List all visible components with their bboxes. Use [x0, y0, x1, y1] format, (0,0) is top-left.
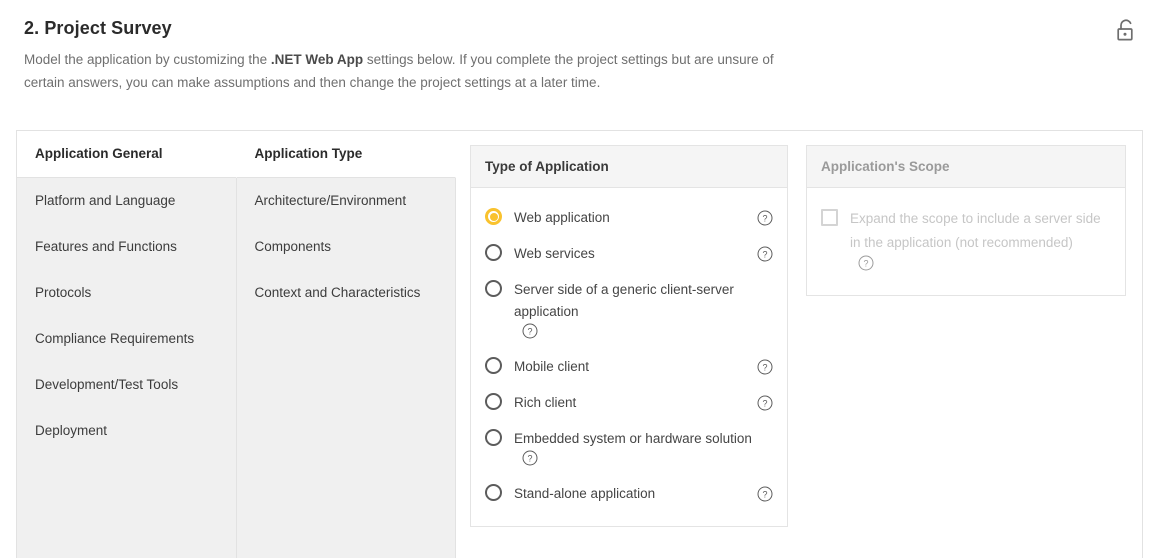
- settings-content-area: Type of Application Web application ?: [456, 131, 1142, 558]
- help-circle-icon[interactable]: ?: [757, 210, 773, 226]
- option-content: Rich client ?: [502, 392, 773, 414]
- help-circle-icon-glyph: ?: [757, 486, 773, 502]
- option-content: Server side of a generic client-server a…: [502, 279, 773, 342]
- svg-text:?: ?: [527, 454, 532, 464]
- option-label: Embedded system or hardware solution: [514, 428, 773, 450]
- option-content: Web application ?: [502, 207, 773, 229]
- page-header: 2. Project Survey Model the application …: [0, 0, 1159, 114]
- help-circle-icon[interactable]: ?: [522, 323, 538, 339]
- option-label: Server side of a generic client-server a…: [514, 279, 773, 323]
- help-circle-icon[interactable]: ?: [522, 450, 538, 466]
- type-of-application-panel: Type of Application Web application ?: [470, 145, 788, 527]
- radio-web-application[interactable]: [485, 208, 502, 225]
- page-description: Model the application by customizing the…: [24, 48, 804, 94]
- subnav-item-architecture-environment[interactable]: Architecture/Environment: [237, 178, 456, 224]
- sidebar-item-development-test-tools[interactable]: Development/Test Tools: [17, 362, 236, 408]
- option-web-services[interactable]: Web services ?: [483, 236, 775, 272]
- radio-embedded-system[interactable]: [485, 429, 502, 446]
- subnav-nav: Application Type Architecture/Environmen…: [237, 131, 457, 558]
- unlock-icon-glyph: [1115, 18, 1137, 44]
- svg-text:?: ?: [762, 250, 767, 260]
- application-scope-panel-title: Application's Scope: [807, 146, 1125, 188]
- sidebar-nav: Application General Platform and Languag…: [17, 131, 237, 558]
- application-scope-body: Expand the scope to include a server sid…: [807, 188, 1125, 295]
- sidebar-item-label: Features and Functions: [35, 239, 177, 254]
- help-circle-icon-glyph: ?: [858, 255, 874, 271]
- option-stand-alone-application[interactable]: Stand-alone application ?: [483, 476, 775, 512]
- page-title: 2. Project Survey: [24, 18, 1135, 39]
- help-circle-icon[interactable]: ?: [757, 246, 773, 262]
- help-circle-icon[interactable]: ?: [858, 255, 874, 271]
- description-emphasis: .NET Web App: [271, 52, 363, 67]
- svg-text:?: ?: [762, 399, 767, 409]
- option-content: Stand-alone application ?: [502, 483, 773, 505]
- option-content: Mobile client ?: [502, 356, 773, 378]
- option-server-side-client-server[interactable]: Server side of a generic client-server a…: [483, 272, 775, 349]
- option-mobile-client[interactable]: Mobile client ?: [483, 349, 775, 385]
- option-embedded-system[interactable]: Embedded system or hardware solution ?: [483, 421, 775, 476]
- survey-card-inner: Application General Platform and Languag…: [17, 131, 1142, 558]
- checkbox-label: Expand the scope to include a server sid…: [850, 207, 1111, 255]
- radio-rich-client[interactable]: [485, 393, 502, 410]
- svg-text:?: ?: [762, 363, 767, 373]
- svg-text:?: ?: [527, 327, 532, 337]
- help-circle-icon[interactable]: ?: [757, 486, 773, 502]
- sidebar-item-protocols[interactable]: Protocols: [17, 270, 236, 316]
- radio-server-side-client-server[interactable]: [485, 280, 502, 297]
- application-scope-panel: Application's Scope Expand the scope to …: [806, 145, 1126, 296]
- checkbox-expand-scope: [821, 209, 838, 226]
- option-label: Rich client: [514, 392, 749, 414]
- help-circle-icon[interactable]: ?: [757, 395, 773, 411]
- sidebar-item-features-and-functions[interactable]: Features and Functions: [17, 224, 236, 270]
- help-circle-icon-glyph: ?: [757, 246, 773, 262]
- help-circle-icon[interactable]: ?: [757, 359, 773, 375]
- subnav-item-label: Architecture/Environment: [255, 193, 407, 208]
- sidebar-item-compliance-requirements[interactable]: Compliance Requirements: [17, 316, 236, 362]
- option-rich-client[interactable]: Rich client ?: [483, 385, 775, 421]
- svg-text:?: ?: [762, 490, 767, 500]
- option-label: Stand-alone application: [514, 483, 749, 505]
- help-circle-icon-glyph: ?: [522, 450, 538, 466]
- option-label: Web application: [514, 207, 749, 229]
- option-expand-scope: Expand the scope to include a server sid…: [819, 200, 1113, 281]
- type-of-application-panel-title: Type of Application: [471, 146, 787, 188]
- option-web-application[interactable]: Web application ?: [483, 200, 775, 236]
- subnav-item-components[interactable]: Components: [237, 224, 456, 270]
- option-content: Embedded system or hardware solution ?: [502, 428, 773, 469]
- project-survey-card: Application General Platform and Languag…: [16, 130, 1143, 558]
- option-content: Expand the scope to include a server sid…: [838, 207, 1111, 274]
- help-circle-icon-glyph: ?: [757, 210, 773, 226]
- subnav-item-application-type[interactable]: Application Type: [237, 131, 457, 178]
- sidebar-item-platform-and-language[interactable]: Platform and Language: [17, 178, 236, 224]
- subnav-item-label: Components: [255, 239, 332, 254]
- subnav-item-label: Application Type: [255, 146, 363, 161]
- help-circle-icon-glyph: ?: [757, 395, 773, 411]
- type-of-application-options: Web application ? Web s: [471, 188, 787, 526]
- help-circle-icon-glyph: ?: [522, 323, 538, 339]
- description-part-1: Model the application by customizing the: [24, 52, 271, 67]
- unlock-icon[interactable]: [1111, 14, 1141, 48]
- subnav-item-label: Context and Characteristics: [255, 285, 421, 300]
- sidebar-item-deployment[interactable]: Deployment: [17, 408, 236, 454]
- option-label: Web services: [514, 243, 749, 265]
- svg-text:?: ?: [863, 259, 868, 269]
- sidebar-item-label: Compliance Requirements: [35, 331, 194, 346]
- sidebar-item-label: Protocols: [35, 285, 91, 300]
- sidebar-item-application-general[interactable]: Application General: [17, 131, 237, 178]
- option-label: Mobile client: [514, 356, 749, 378]
- svg-text:?: ?: [762, 214, 767, 224]
- sidebar-item-label: Deployment: [35, 423, 107, 438]
- sidebar-item-label: Development/Test Tools: [35, 377, 178, 392]
- radio-mobile-client[interactable]: [485, 357, 502, 374]
- option-content: Web services ?: [502, 243, 773, 265]
- help-circle-icon-glyph: ?: [757, 359, 773, 375]
- sidebar-item-label: Platform and Language: [35, 193, 175, 208]
- radio-stand-alone-application[interactable]: [485, 484, 502, 501]
- sidebar-item-label: Application General: [35, 146, 163, 161]
- subnav-item-context-and-characteristics[interactable]: Context and Characteristics: [237, 270, 456, 316]
- radio-web-services[interactable]: [485, 244, 502, 261]
